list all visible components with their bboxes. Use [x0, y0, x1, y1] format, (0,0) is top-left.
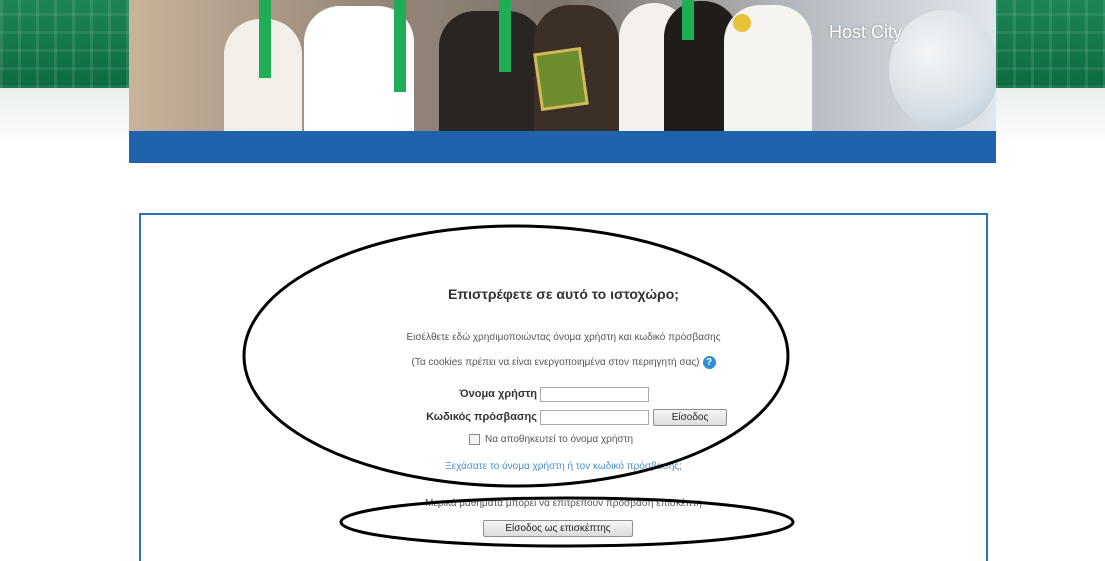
side-shadow-left	[0, 88, 131, 148]
banner-flower	[733, 14, 751, 32]
banner-tie	[499, 0, 511, 72]
username-input[interactable]	[540, 387, 649, 402]
login-heading: Επιστρέφετε σε αυτό το ιστοχώρο;	[448, 286, 679, 302]
remember-username-row: Να αποθηκευτεί το όνομα χρήστη	[469, 434, 633, 445]
banner-figure	[439, 11, 544, 131]
guest-login-button[interactable]: Είσοδος ως επισκέπτης	[483, 520, 633, 537]
banner-tie	[259, 0, 271, 78]
side-shadow-right	[995, 88, 1105, 148]
side-band-right	[995, 0, 1105, 88]
banner-orb	[889, 10, 996, 130]
nav-bar	[129, 131, 996, 163]
help-icon[interactable]: ?	[702, 356, 716, 369]
cookies-note-row: (Τα cookies πρέπει να είναι ενεργοποιημέ…	[141, 356, 986, 369]
banner-tie	[394, 0, 406, 92]
login-panel: Επιστρέφετε σε αυτό το ιστοχώρο; Εισέλθε…	[139, 213, 988, 561]
cookies-note: (Τα cookies πρέπει να είναι ενεργοποιημέ…	[411, 357, 700, 369]
forgot-password-link[interactable]: Ξεχάσατε το όνομα χρήστη ή τον κωδικό πρ…	[141, 461, 986, 472]
banner-solar-panel	[533, 46, 589, 112]
password-label: Κωδικός πρόσβασης	[426, 411, 537, 423]
page-column: Host City Επιστρέφετε σε αυτό το ιστοχώρ…	[129, 0, 996, 561]
remember-username-label: Να αποθηκευτεί το όνομα χρήστη	[485, 434, 634, 446]
banner-host-city-text: Host City	[829, 22, 903, 42]
login-description: Εισέλθετε εδώ χρησιμοποιώντας όνομα χρήσ…	[406, 332, 721, 343]
guest-access-note: Μερικά μαθήματα μπορεί να επιτρέπουν πρό…	[425, 498, 702, 509]
banner-tie	[682, 0, 694, 40]
login-button[interactable]: Είσοδος	[653, 409, 727, 426]
username-label: Όνομα χρήστη	[459, 388, 537, 400]
password-input[interactable]	[540, 410, 649, 425]
header-banner-image: Host City	[129, 0, 996, 131]
username-label-row: Όνομα χρήστη	[141, 386, 537, 404]
password-label-row: Κωδικός πρόσβασης	[141, 409, 537, 427]
remember-username-checkbox[interactable]	[469, 434, 480, 445]
side-band-left	[0, 0, 131, 88]
